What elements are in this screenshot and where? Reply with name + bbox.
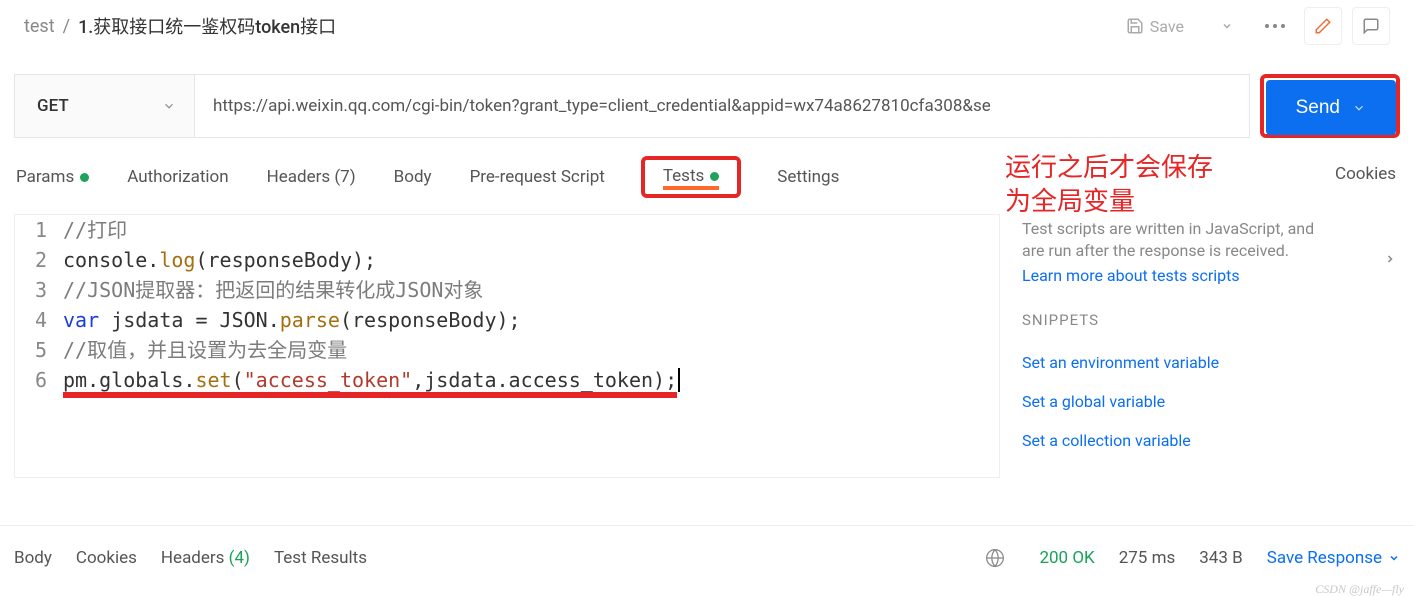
line-number: 4 bbox=[15, 305, 63, 335]
watermark: CSDN @jaffe—fly bbox=[1315, 582, 1404, 597]
response-time: 275 ms bbox=[1119, 548, 1176, 568]
code-comment: //打印 bbox=[63, 218, 127, 242]
line-number: 5 bbox=[15, 335, 63, 365]
save-label: Save bbox=[1150, 17, 1184, 36]
more-actions-button[interactable] bbox=[1256, 7, 1294, 45]
tab-tests-label: Tests bbox=[663, 166, 704, 186]
send-button[interactable]: Send bbox=[1266, 80, 1396, 135]
comment-icon bbox=[1362, 17, 1380, 35]
http-method-label: GET bbox=[37, 96, 69, 116]
line-number: 3 bbox=[15, 275, 63, 305]
annotation-line2: 为全局变量 bbox=[1005, 184, 1400, 218]
main-area: 1//打印 2console.log(responseBody); 3//JSO… bbox=[0, 198, 1414, 478]
annotation-text: 运行之后才会保存 为全局变量 bbox=[1005, 150, 1400, 218]
request-tabs: Params Authorization Headers (7) Body Pr… bbox=[0, 156, 1414, 198]
dot-icon bbox=[80, 173, 89, 182]
http-method-dropdown[interactable]: GET bbox=[14, 74, 194, 138]
code-token: ( bbox=[232, 368, 244, 392]
tab-settings[interactable]: Settings bbox=[775, 161, 841, 193]
network-icon[interactable] bbox=[985, 548, 1005, 568]
breadcrumb-parent[interactable]: test bbox=[24, 16, 55, 37]
resp-tab-cookies[interactable]: Cookies bbox=[76, 548, 137, 568]
resp-tab-testresults[interactable]: Test Results bbox=[274, 548, 367, 568]
pencil-icon bbox=[1314, 17, 1332, 35]
code-token: (responseBody); bbox=[340, 308, 521, 332]
code-token: "access_token" bbox=[244, 368, 413, 392]
line-number: 1 bbox=[15, 215, 63, 245]
code-comment: //取值，并且设置为去全局变量 bbox=[63, 338, 347, 362]
chevron-down-icon bbox=[1352, 101, 1366, 115]
chevron-down-icon bbox=[162, 99, 176, 113]
response-status: 200 OK bbox=[1039, 548, 1094, 568]
top-bar: test / 1.获取接口统一鉴权码token接口 Save bbox=[0, 0, 1414, 56]
tab-body[interactable]: Body bbox=[392, 161, 434, 193]
snippet-global-var[interactable]: Set a global variable bbox=[1022, 382, 1400, 421]
code-token: (responseBody); bbox=[195, 248, 376, 272]
code-token: parse bbox=[280, 308, 340, 332]
code-token: console. bbox=[63, 248, 159, 272]
resp-headers-label: Headers bbox=[161, 548, 225, 568]
send-highlight: Send bbox=[1260, 74, 1400, 138]
save-button[interactable]: Save bbox=[1112, 9, 1198, 44]
tab-authorization[interactable]: Authorization bbox=[125, 161, 230, 193]
breadcrumb: test / 1.获取接口统一鉴权码token接口 bbox=[24, 13, 1112, 39]
cursor bbox=[678, 368, 680, 392]
resp-tab-headers[interactable]: Headers (4) bbox=[161, 548, 250, 568]
code-token: log bbox=[159, 248, 195, 272]
code-token: var bbox=[63, 308, 99, 332]
code-token: jsdata = JSON. bbox=[99, 308, 280, 332]
resp-tab-body[interactable]: Body bbox=[14, 548, 52, 568]
send-label: Send bbox=[1296, 97, 1340, 119]
side-desc-line1: Test scripts are written in JavaScript, … bbox=[1022, 219, 1314, 238]
top-actions: Save bbox=[1112, 7, 1390, 45]
tab-prerequest[interactable]: Pre-request Script bbox=[468, 161, 607, 193]
side-desc: Test scripts are written in JavaScript, … bbox=[1022, 218, 1400, 262]
url-input[interactable]: https://api.weixin.qq.com/cgi-bin/token?… bbox=[194, 74, 1250, 138]
save-dropdown-button[interactable] bbox=[1208, 7, 1246, 45]
chevron-right-icon bbox=[1384, 250, 1396, 268]
snippet-env-var[interactable]: Set an environment variable bbox=[1022, 343, 1400, 382]
code-comment: //JSON提取器：把返回的结果转化成JSON对象 bbox=[63, 278, 483, 302]
save-response-button[interactable]: Save Response bbox=[1267, 548, 1400, 568]
chevron-down-icon bbox=[1388, 552, 1400, 564]
line-number: 6 bbox=[15, 365, 63, 395]
panel-collapse-button[interactable] bbox=[1384, 250, 1396, 268]
side-panel: Test scripts are written in JavaScript, … bbox=[1000, 214, 1400, 478]
breadcrumb-current: 1.获取接口统一鉴权码token接口 bbox=[78, 13, 336, 39]
response-bar: Body Cookies Headers (4) Test Results 20… bbox=[0, 525, 1414, 589]
dot-icon bbox=[710, 172, 719, 181]
side-desc-line2: are run after the response is received. bbox=[1022, 241, 1289, 260]
learn-more-link[interactable]: Learn more about tests scripts bbox=[1022, 266, 1240, 285]
code-token: pm.globals. bbox=[63, 368, 195, 392]
snippets-heading: SNIPPETS bbox=[1022, 311, 1400, 329]
line-number: 2 bbox=[15, 245, 63, 275]
code-editor[interactable]: 1//打印 2console.log(responseBody); 3//JSO… bbox=[14, 214, 1000, 478]
resp-headers-count: (4) bbox=[229, 548, 250, 568]
tab-params-label: Params bbox=[16, 167, 74, 187]
tab-params[interactable]: Params bbox=[14, 161, 91, 193]
tab-headers[interactable]: Headers (7) bbox=[265, 161, 358, 193]
edit-button[interactable] bbox=[1304, 7, 1342, 45]
tab-tests[interactable]: Tests bbox=[641, 156, 741, 198]
comment-button[interactable] bbox=[1352, 7, 1390, 45]
response-size: 343 B bbox=[1199, 548, 1242, 568]
save-icon bbox=[1126, 17, 1144, 35]
breadcrumb-sep: / bbox=[63, 16, 70, 37]
code-token: set bbox=[195, 368, 231, 392]
cookies-link[interactable]: Cookies bbox=[1335, 164, 1396, 184]
ellipsis-icon bbox=[1264, 23, 1286, 29]
request-row: GET https://api.weixin.qq.com/cgi-bin/to… bbox=[0, 56, 1414, 156]
save-response-label: Save Response bbox=[1267, 548, 1382, 568]
code-token: ,jsdata.access_token); bbox=[412, 368, 677, 392]
snippet-collection-var[interactable]: Set a collection variable bbox=[1022, 421, 1400, 460]
chevron-down-icon bbox=[1221, 20, 1233, 32]
